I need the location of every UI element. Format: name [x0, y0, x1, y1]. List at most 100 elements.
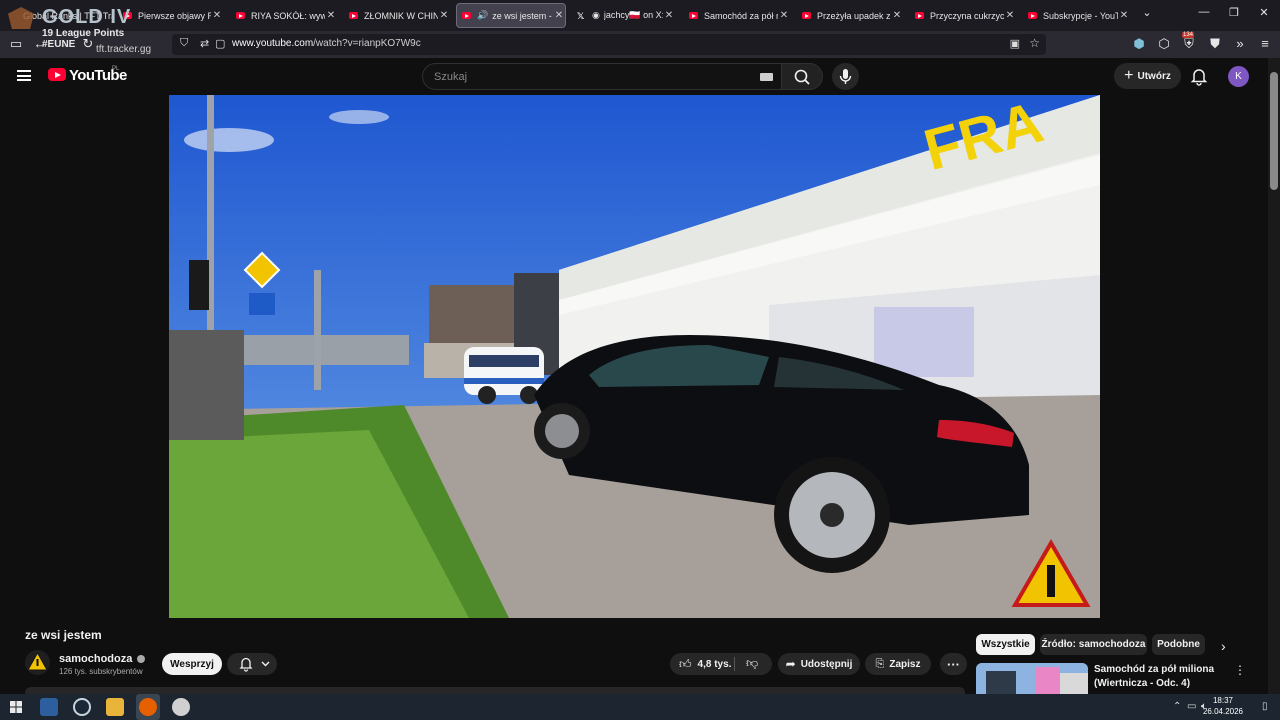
- address-bar[interactable]: ⛉ ⇄ ▢ www.youtube.com/watch?v=rianpKO7W9…: [172, 34, 1046, 55]
- this-pc-icon[interactable]: [40, 698, 58, 716]
- search-input[interactable]: Szukaj: [422, 63, 782, 90]
- youtube-favicon-icon: [915, 12, 924, 19]
- like-icon[interactable]: 👍︎: [679, 657, 692, 672]
- close-tab-icon[interactable]: ✕: [438, 10, 450, 21]
- save-button[interactable]: ⎘ Zapisz: [865, 653, 931, 675]
- more-extensions-icon[interactable]: »: [1231, 36, 1249, 51]
- chip-zrodlo-samochodoza[interactable]: Źródło: samochodoza: [1040, 634, 1147, 655]
- shield-icon[interactable]: ⛉: [180, 37, 188, 50]
- tft-app-icon[interactable]: [172, 698, 190, 716]
- recommended-video-title[interactable]: Samochód za pół miliona (Wiertnicza - Od…: [1094, 663, 1229, 691]
- recommended-video-thumbnail[interactable]: [976, 663, 1088, 694]
- tft-rank-overlay: GOLD IV 19 League Points #EUNE tft.track…: [8, 4, 158, 56]
- url-host: www.youtube.com: [232, 38, 314, 49]
- support-button[interactable]: Wesprzyj: [162, 653, 222, 675]
- tab-x-post[interactable]: 𝕏 ◉ jachcy🇵🇱 on X: "K ✕: [572, 3, 675, 28]
- restore-icon[interactable]: ❐: [1226, 6, 1242, 19]
- keyboard-icon[interactable]: [760, 73, 773, 81]
- rank-emblem-icon: [8, 7, 34, 29]
- extensions-icon[interactable]: ⬡: [1155, 36, 1173, 52]
- firefox-icon[interactable]: [139, 698, 157, 716]
- bookmark-star-icon[interactable]: ☆: [1029, 36, 1040, 50]
- tab-subskrypcje[interactable]: Subskrypcje - YouTube ✕: [1023, 3, 1130, 28]
- close-tab-icon[interactable]: ✕: [1118, 10, 1130, 21]
- tab-przyczyna-cukrzycy[interactable]: Przyczyna cukrzycy N ✕: [910, 3, 1016, 28]
- share-arrow-icon: ➦: [785, 657, 796, 671]
- close-tab-icon[interactable]: ✕: [778, 10, 790, 21]
- create-button[interactable]: + Utwórz: [1114, 63, 1181, 89]
- tab-samochod-za-pol-miliona[interactable]: Samochód za pół mili ✕: [684, 3, 790, 28]
- tab-label: Przeżyła upadek z 10: [817, 10, 891, 21]
- save-label: Zapisz: [889, 658, 921, 670]
- account-avatar[interactable]: K: [1228, 66, 1249, 87]
- dislike-icon[interactable]: 👎︎: [746, 656, 758, 671]
- guide-menu-icon[interactable]: [17, 70, 31, 81]
- privacy-extension-icon[interactable]: ⛊: [1206, 36, 1224, 52]
- page-scrollbar[interactable]: [1268, 58, 1280, 694]
- permissions-icon[interactable]: ⇄: [200, 37, 209, 50]
- close-tab-icon[interactable]: ✕: [325, 10, 337, 21]
- windows-start-icon[interactable]: [10, 701, 22, 713]
- video-frame: FRA: [169, 95, 1100, 618]
- tab-label: Przyczyna cukrzycy N: [930, 10, 1004, 21]
- page-lock-icon[interactable]: ▢: [215, 37, 225, 50]
- vpn-extension-icon[interactable]: ⬢: [1130, 36, 1148, 52]
- menu-icon[interactable]: ≡: [1256, 36, 1274, 51]
- chip-wszystkie[interactable]: Wszystkie: [976, 634, 1035, 655]
- channel-name[interactable]: samochodoza: [59, 653, 146, 665]
- clock-time: 18:37: [1212, 696, 1234, 705]
- close-tab-icon[interactable]: ✕: [663, 10, 675, 21]
- reader-view-icon[interactable]: ▣: [1010, 37, 1020, 50]
- close-tab-icon[interactable]: ✕: [211, 10, 223, 21]
- tab-ze-wsi-jestem-active[interactable]: 🔊 ze wsi jestem - YouTube ✕: [456, 3, 566, 28]
- file-explorer-icon[interactable]: [106, 698, 124, 716]
- recommendation-menu-icon[interactable]: ⋮: [1234, 663, 1246, 677]
- taskbar-clock[interactable]: 18:37 26.04.2026: [1198, 695, 1248, 717]
- youtube-favicon-icon: [462, 12, 471, 19]
- plus-icon: +: [1124, 67, 1134, 84]
- notifications-bell-icon[interactable]: [1189, 66, 1209, 86]
- channel-name-text: samochodoza: [59, 653, 133, 665]
- youtube-favicon-icon: [349, 12, 358, 19]
- youtube-favicon-icon: [1028, 12, 1037, 19]
- tab-riya-sokol[interactable]: RIYA SOKÓŁ: wywiad,... ✕: [231, 3, 337, 28]
- url-text: www.youtube.com/watch?v=rianpKO7W9c: [232, 38, 421, 49]
- description-box[interactable]: [25, 687, 965, 694]
- chips-next-chevron-icon[interactable]: ›: [1221, 638, 1226, 654]
- voice-search-button[interactable]: [832, 63, 859, 90]
- more-actions-button[interactable]: ···: [940, 653, 967, 675]
- channel-avatar[interactable]: [25, 650, 50, 675]
- share-button[interactable]: ➦ Udostępnij: [778, 653, 860, 675]
- tray-overflow-chevron-icon[interactable]: ⌃: [1173, 701, 1181, 712]
- close-tab-icon[interactable]: ✕: [891, 10, 903, 21]
- scrollbar-thumb[interactable]: [1270, 72, 1278, 190]
- country-code: PL: [112, 66, 120, 72]
- chip-podobne[interactable]: Podobne: [1152, 634, 1205, 655]
- browser-nav-bar: ▭ ← → ↻ ⛉ ⇄ ▢ www.youtube.com/watch?v=ri…: [0, 31, 1280, 58]
- tab-label: Samochód za pół mili: [704, 10, 778, 21]
- tab-list-chevron-icon[interactable]: ⌄: [1139, 6, 1155, 19]
- speaker-icon[interactable]: 🔊: [477, 10, 488, 21]
- network-icon[interactable]: ▭: [1187, 701, 1196, 712]
- clock-date: 26.04.2026: [1202, 707, 1244, 716]
- video-title: ze wsi jestem: [25, 628, 102, 642]
- search-button[interactable]: [781, 63, 823, 90]
- search-icon: [794, 69, 810, 85]
- close-tab-icon[interactable]: ✕: [553, 10, 565, 21]
- minimize-icon[interactable]: —: [1196, 6, 1212, 18]
- steam-icon[interactable]: [73, 698, 91, 716]
- thumbnail-image: [976, 663, 1088, 694]
- bell-chevron-icon: [239, 657, 270, 672]
- tab-zlomnik[interactable]: ZŁOMNIK W CHINACH ✕: [344, 3, 450, 28]
- close-window-icon[interactable]: ✕: [1256, 6, 1272, 19]
- tab-label: ze wsi jestem - YouTube: [492, 10, 553, 21]
- ublock-icon[interactable]: 134 ⛨: [1180, 32, 1198, 52]
- like-count[interactable]: 4,8 tys.: [698, 659, 732, 670]
- close-tab-icon[interactable]: ✕: [1004, 10, 1016, 21]
- youtube-logo-icon[interactable]: [48, 68, 66, 81]
- video-player[interactable]: FRA: [169, 95, 1100, 618]
- tab-przezyla-upadek[interactable]: Przeżyła upadek z 10 ✕: [797, 3, 903, 28]
- like-divider: [734, 657, 735, 671]
- notification-center-icon[interactable]: ▯: [1262, 701, 1268, 712]
- subscription-notification-button[interactable]: [227, 653, 277, 675]
